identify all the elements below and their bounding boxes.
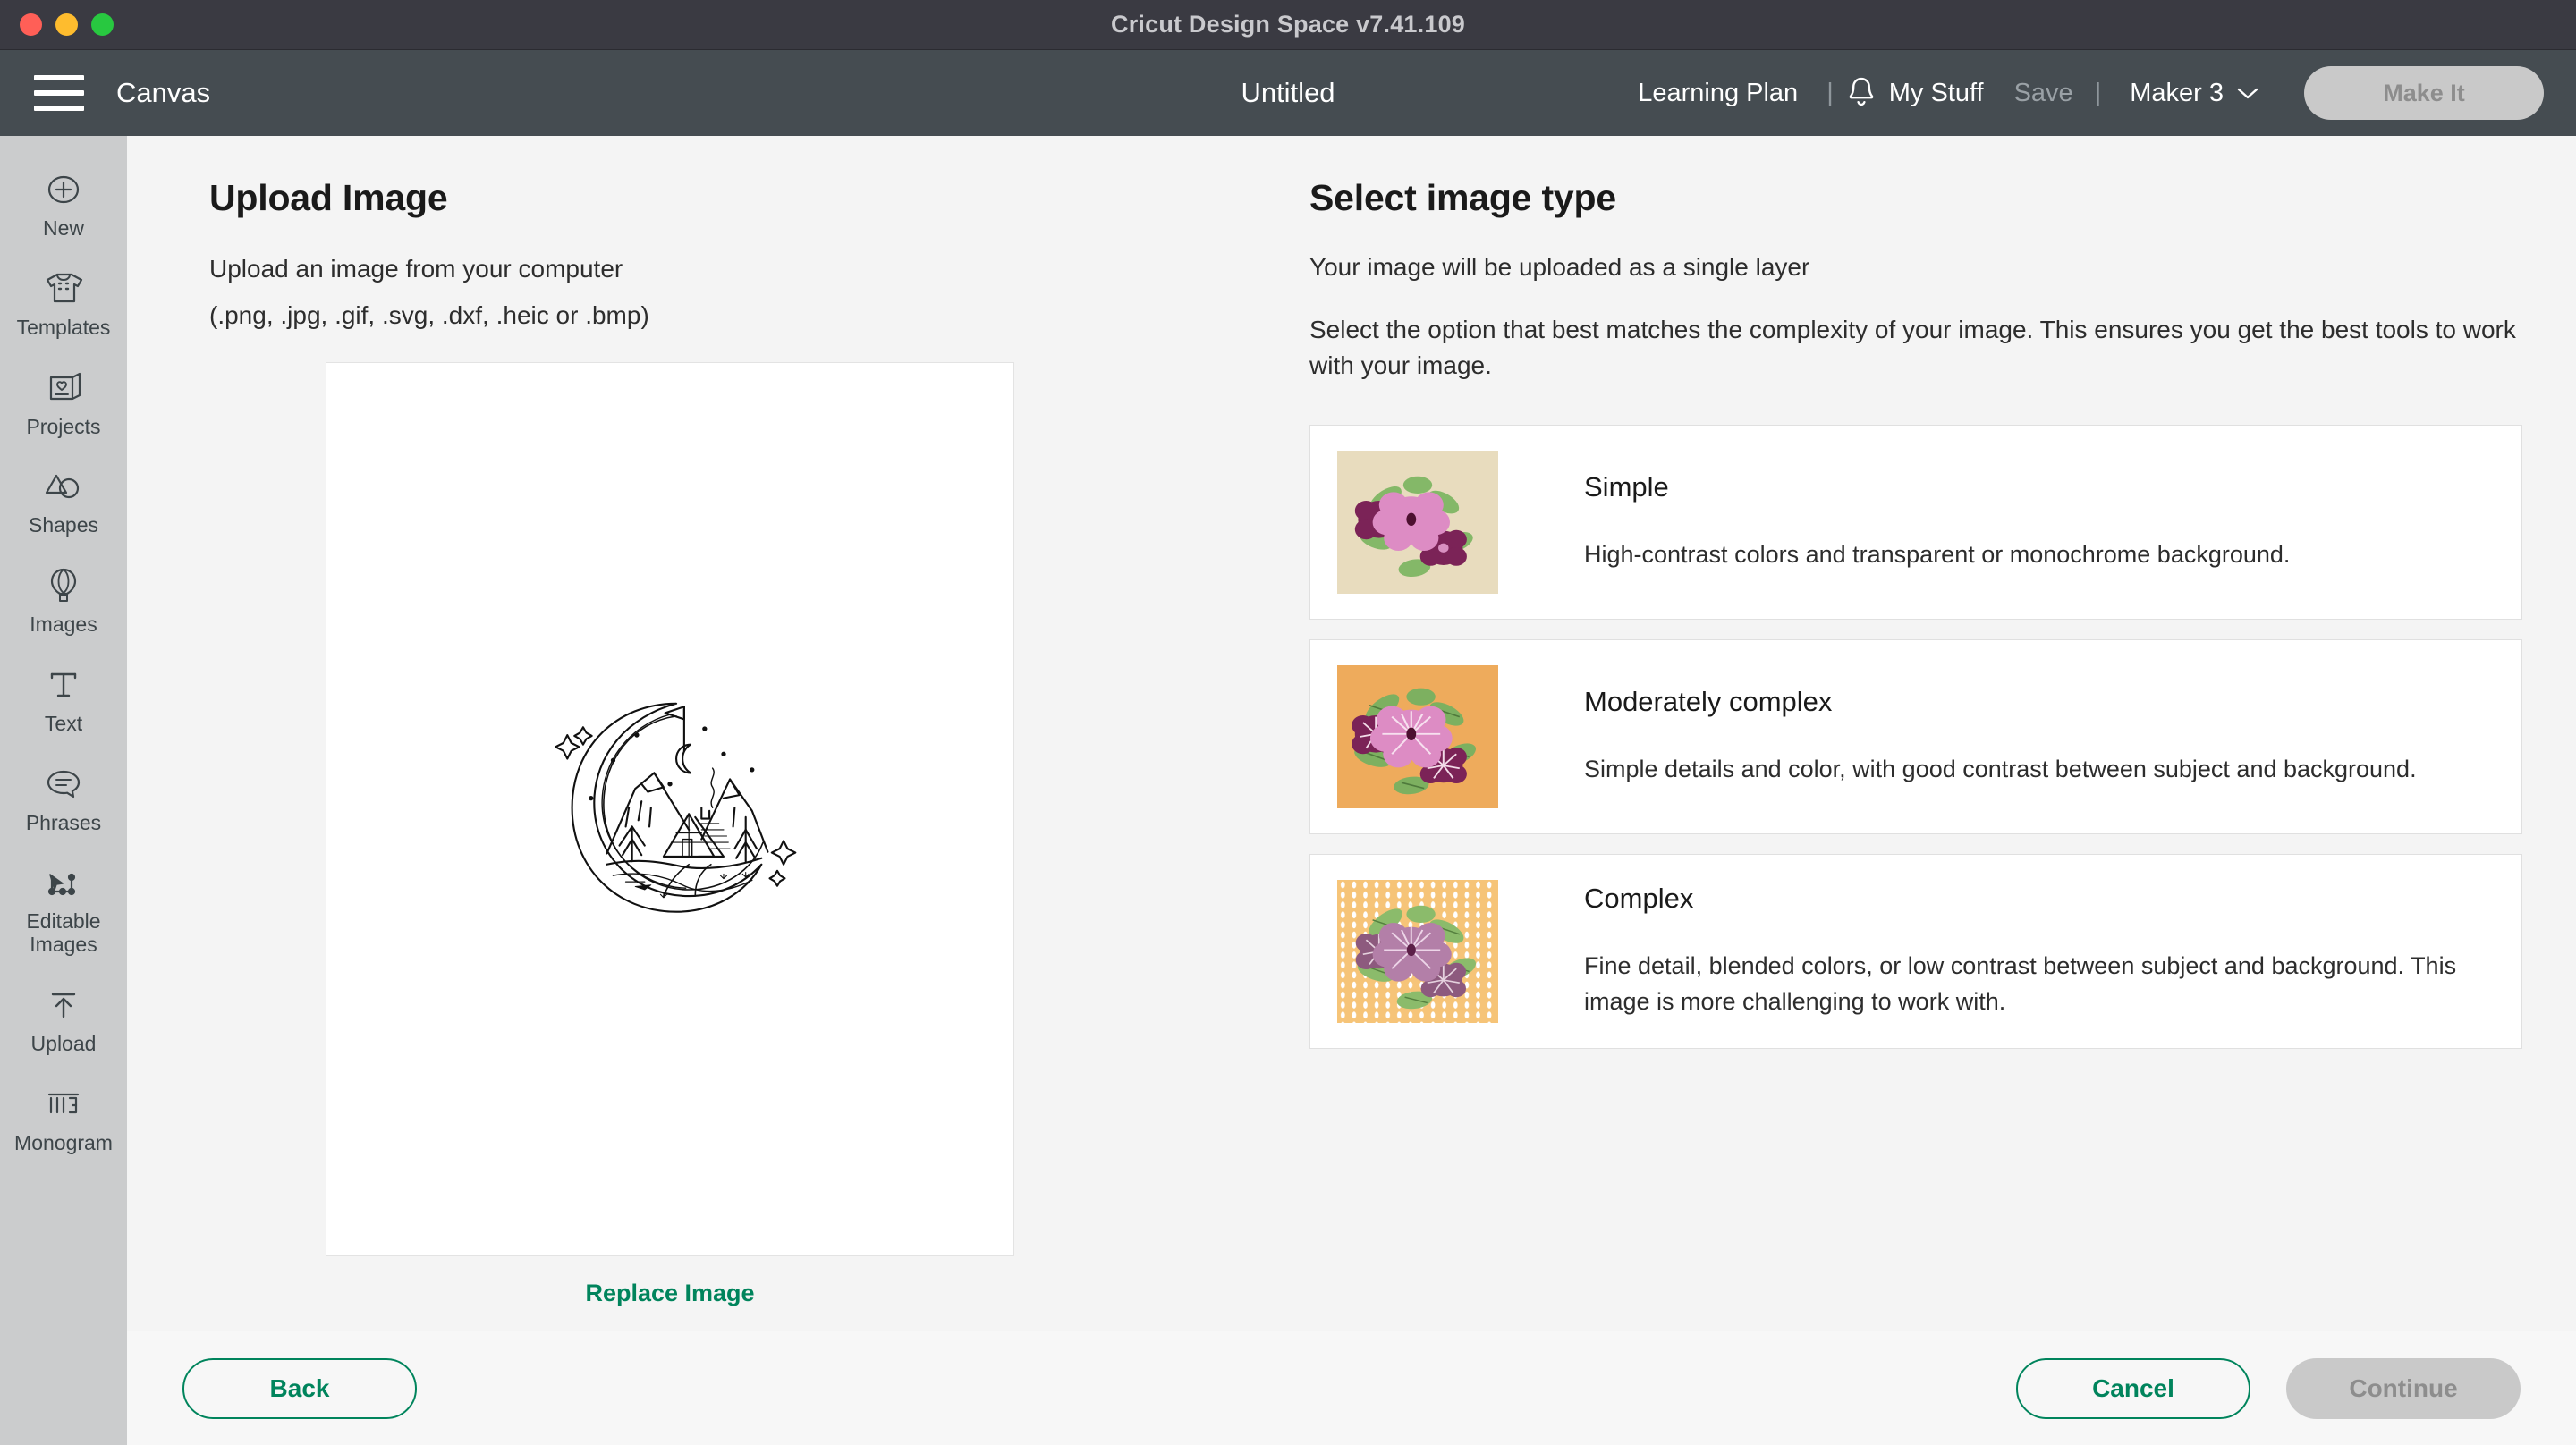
upload-image-section: Upload Image Upload an image from your c… — [209, 177, 1256, 1331]
window-titlebar: Cricut Design Space v7.41.109 — [0, 0, 2576, 50]
select-image-type-subtitle: Your image will be uploaded as a single … — [1309, 253, 2522, 282]
upload-image-title: Upload Image — [209, 177, 1256, 219]
hamburger-menu-icon[interactable] — [34, 75, 84, 111]
option-description: Fine detail, blended colors, or low cont… — [1584, 949, 2495, 1018]
image-type-option-simple[interactable]: Simple High-contrast colors and transpar… — [1309, 425, 2522, 620]
sidebar-label: New — [43, 217, 84, 241]
complex-text: Complex Fine detail, blended colors, or … — [1584, 883, 2495, 1018]
option-description: Simple details and color, with good cont… — [1584, 752, 2417, 787]
plus-circle-icon — [42, 168, 85, 211]
sidebar-label: Phrases — [26, 812, 101, 835]
image-type-options: Simple High-contrast colors and transpar… — [1309, 425, 2522, 1049]
sidebar-item-images[interactable]: Images — [0, 552, 127, 651]
window-controls[interactable] — [0, 13, 114, 36]
machine-label: Maker 3 — [2130, 79, 2224, 108]
upload-dialog-content: Upload Image Upload an image from your c… — [127, 136, 2576, 1331]
crescent-moon-mountain-cabin-line-art — [509, 675, 831, 943]
sidebar-item-text[interactable]: Text — [0, 651, 127, 750]
replace-image-link[interactable]: Replace Image — [326, 1280, 1014, 1307]
select-image-type-description: Select the option that best matches the … — [1309, 312, 2522, 384]
left-sidebar: New Templates Projects — [0, 136, 127, 1445]
upload-arrow-icon — [42, 984, 85, 1027]
hot-air-balloon-icon — [42, 564, 85, 607]
app-body: New Templates Projects — [0, 136, 2576, 1445]
sidebar-label: Shapes — [29, 514, 98, 537]
simple-thumbnail — [1337, 451, 1498, 594]
make-it-button[interactable]: Make It — [2304, 66, 2544, 120]
cancel-button[interactable]: Cancel — [2016, 1358, 2250, 1419]
window-title: Cricut Design Space v7.41.109 — [0, 11, 2576, 38]
option-description: High-contrast colors and transparent or … — [1584, 537, 2290, 572]
editable-images-icon — [42, 861, 85, 904]
sidebar-label: Projects — [26, 416, 100, 439]
card-heart-icon — [42, 367, 85, 410]
learning-plan-link[interactable]: Learning Plan — [1622, 79, 1814, 108]
upload-subtitle: Upload an image from your computer — [209, 255, 1256, 283]
close-button[interactable] — [20, 13, 42, 36]
header-separator-2: | — [2082, 79, 2114, 108]
my-stuff-group[interactable]: My Stuff — [1846, 76, 2000, 110]
image-type-option-moderately-complex[interactable]: Moderately complex Simple details and co… — [1309, 639, 2522, 834]
machine-selector[interactable]: Maker 3 — [2114, 79, 2275, 108]
option-title: Moderately complex — [1584, 686, 2417, 718]
bell-icon[interactable] — [1846, 76, 1877, 110]
sidebar-item-shapes[interactable]: Shapes — [0, 452, 127, 552]
sidebar-item-editable-images[interactable]: Editable Images — [0, 849, 127, 971]
sidebar-item-new[interactable]: New — [0, 156, 127, 255]
sidebar-label: Text — [45, 713, 82, 736]
continue-button[interactable]: Continue — [2286, 1358, 2521, 1419]
canvas-label[interactable]: Canvas — [116, 77, 210, 109]
sidebar-item-projects[interactable]: Projects — [0, 354, 127, 453]
select-image-type-section: Select image type Your image will be upl… — [1309, 177, 2522, 1331]
footer-right-actions: Cancel Continue — [2016, 1358, 2521, 1419]
simple-text: Simple High-contrast colors and transpar… — [1584, 471, 2290, 572]
upload-formats: (.png, .jpg, .gif, .svg, .dxf, .heic or … — [209, 301, 1256, 330]
option-title: Simple — [1584, 471, 2290, 503]
sidebar-label: Templates — [17, 317, 111, 340]
sidebar-item-monogram[interactable]: Monogram — [0, 1070, 127, 1170]
back-button[interactable]: Back — [182, 1358, 417, 1419]
main-panel: Upload Image Upload an image from your c… — [127, 136, 2576, 1445]
my-stuff-link[interactable]: My Stuff — [1889, 79, 2000, 108]
sidebar-item-upload[interactable]: Upload — [0, 971, 127, 1070]
sidebar-label: Editable Images — [5, 910, 122, 957]
chevron-down-icon — [2236, 86, 2259, 100]
text-t-icon — [42, 663, 85, 706]
complex-thumbnail — [1337, 880, 1498, 1023]
app-header: Canvas Untitled Learning Plan | My Stuff… — [0, 50, 2576, 136]
sidebar-label: Images — [30, 613, 97, 637]
sidebar-item-phrases[interactable]: Phrases — [0, 750, 127, 849]
tshirt-icon — [42, 267, 85, 310]
sidebar-label: Upload — [31, 1033, 97, 1056]
select-image-type-title: Select image type — [1309, 177, 2522, 219]
header-separator-1: | — [1814, 79, 1846, 108]
moderately-complex-text: Moderately complex Simple details and co… — [1584, 686, 2417, 787]
monogram-icon — [42, 1083, 85, 1126]
sidebar-label: Monogram — [14, 1132, 113, 1155]
sidebar-item-templates[interactable]: Templates — [0, 255, 127, 354]
moderately-complex-thumbnail — [1337, 665, 1498, 808]
option-title: Complex — [1584, 883, 2495, 915]
save-button[interactable]: Save — [2000, 79, 2082, 108]
speech-bubble-icon — [42, 763, 85, 806]
header-actions: Learning Plan | My Stuff Save | Maker 3 … — [1622, 66, 2576, 120]
dialog-footer: Back Cancel Continue — [127, 1331, 2576, 1445]
maximize-button[interactable] — [91, 13, 114, 36]
minimize-button[interactable] — [55, 13, 78, 36]
image-type-option-complex[interactable]: Complex Fine detail, blended colors, or … — [1309, 854, 2522, 1049]
image-preview[interactable] — [326, 362, 1014, 1256]
shapes-icon — [42, 465, 85, 508]
